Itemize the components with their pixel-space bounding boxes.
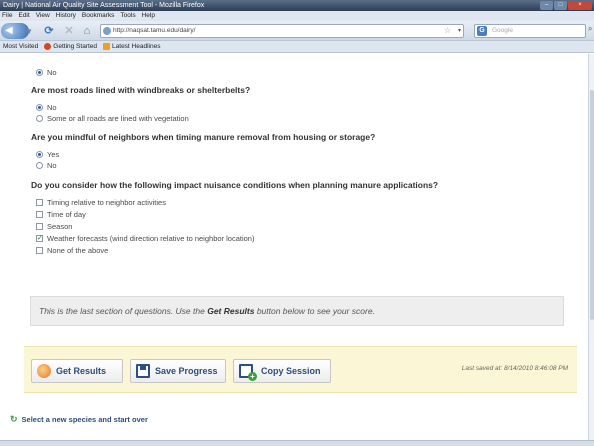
last-section-note: This is the last section of questions. U… (30, 296, 564, 326)
window-title: Dairy | National Air Quality Site Assess… (3, 2, 205, 9)
copy-disk-icon (239, 364, 257, 381)
checkbox[interactable] (36, 223, 43, 230)
page-content: No Are most roads lined with windbreaks … (0, 54, 588, 440)
bookmarks-toolbar: Most Visited Getting Started Latest Head… (0, 41, 594, 53)
checkbox[interactable] (36, 211, 43, 218)
get-results-button[interactable]: Get Results (31, 359, 123, 383)
checkbox-option[interactable]: Season (36, 222, 72, 231)
bookmark-star-icon[interactable]: ☆ (444, 25, 451, 37)
back-button[interactable]: ◀ (1, 23, 29, 39)
copy-session-button[interactable]: Copy Session (233, 359, 331, 383)
status-bar (0, 440, 594, 446)
menu-view[interactable]: View (36, 11, 50, 21)
question-title: Do you consider how the following impact… (31, 180, 439, 190)
checkbox-option[interactable]: ✓ Weather forecasts (wind direction rela… (36, 234, 254, 243)
reload-icon[interactable]: ⟳ (42, 24, 56, 38)
rss-feed-icon (103, 43, 111, 50)
radio-option[interactable]: Some or all roads are lined with vegetat… (36, 114, 189, 123)
menu-bookmarks[interactable]: Bookmarks (82, 11, 115, 21)
save-disk-icon (136, 364, 150, 378)
radio-button[interactable] (36, 151, 43, 158)
url-bar[interactable]: http://naqsat.tamu.edu/dairy/ ☆ ▾ (100, 24, 464, 38)
search-go-icon[interactable]: ⌕ (588, 24, 592, 34)
navigation-toolbar: ◀ ▾ ⟳ ✕ ⌂ http://naqsat.tamu.edu/dairy/ … (0, 21, 594, 41)
menu-history[interactable]: History (56, 11, 76, 21)
save-progress-button[interactable]: Save Progress (130, 359, 226, 383)
option-label: Yes (47, 150, 60, 159)
minimize-button[interactable]: – (540, 1, 553, 10)
window-controls: – □ × (540, 1, 592, 10)
url-text[interactable]: http://naqsat.tamu.edu/dairy/ (113, 27, 195, 34)
forward-dropdown-icon[interactable]: ▾ (27, 26, 39, 36)
option-label: Weather forecasts (wind direction relati… (47, 234, 255, 243)
scrollbar-thumb[interactable] (590, 90, 594, 320)
radio-button[interactable] (36, 115, 43, 122)
radio-button[interactable] (36, 104, 43, 111)
radio-button[interactable] (36, 69, 43, 76)
stop-icon[interactable]: ✕ (62, 24, 76, 38)
refresh-icon: ↻ (10, 414, 18, 424)
bookmark-latest-headlines[interactable]: Latest Headlines (103, 41, 160, 53)
menu-edit[interactable]: Edit (18, 11, 29, 21)
radio-button[interactable] (36, 162, 43, 169)
search-engine-icon[interactable]: G (477, 26, 487, 36)
option-label: Timing relative to neighbor activities (47, 198, 166, 207)
option-label: Time of day (47, 210, 86, 219)
bookmark-getting-started[interactable]: Getting Started (44, 41, 97, 53)
menu-help[interactable]: Help (142, 11, 155, 21)
checkbox-option[interactable]: Timing relative to neighbor activities (36, 198, 166, 207)
radio-option[interactable]: No (36, 161, 57, 170)
option-label: None of the above (47, 246, 109, 255)
action-bar: Get Results Save Progress Copy Session L… (24, 346, 577, 393)
checkbox-checked[interactable]: ✓ (36, 235, 43, 242)
search-input[interactable]: G Google (474, 24, 586, 38)
radio-option[interactable]: Yes (36, 150, 59, 159)
menu-tools[interactable]: Tools (120, 11, 135, 21)
back-arrow-icon: ◀ (5, 25, 13, 36)
vertical-scrollbar[interactable] (588, 54, 594, 440)
option-label: No (47, 68, 57, 77)
search-placeholder: Google (492, 27, 513, 34)
firefox-icon (44, 43, 52, 50)
get-results-emphasis: Get Results (207, 306, 255, 316)
checkbox[interactable] (36, 199, 43, 206)
results-icon (37, 364, 51, 378)
bookmark-most-visited[interactable]: Most Visited (3, 41, 38, 53)
question-title: Are you mindful of neighbors when timing… (31, 132, 376, 142)
radio-option[interactable]: No (36, 68, 57, 77)
start-over-link[interactable]: ↻ Select a new species and start over (10, 414, 148, 425)
close-button[interactable]: × (568, 1, 592, 10)
menu-bar: File Edit View History Bookmarks Tools H… (0, 11, 594, 21)
option-label: No (47, 103, 57, 112)
radio-option[interactable]: No (36, 103, 57, 112)
option-label: Some or all roads are lined with vegetat… (47, 114, 189, 123)
checkbox-option[interactable]: None of the above (36, 246, 108, 255)
home-icon[interactable]: ⌂ (80, 24, 94, 38)
site-identity-icon[interactable] (103, 27, 111, 35)
url-history-dropdown-icon[interactable]: ▾ (458, 25, 461, 37)
menu-file[interactable]: File (2, 11, 12, 21)
option-label: Season (47, 222, 73, 231)
option-label: No (47, 161, 57, 170)
checkbox[interactable] (36, 247, 43, 254)
maximize-button[interactable]: □ (554, 1, 567, 10)
last-saved-timestamp: Last saved at: 8/14/2010 8:46:08 PM (461, 365, 568, 372)
question-title: Are most roads lined with windbreaks or … (31, 85, 251, 95)
checkbox-option[interactable]: Time of day (36, 210, 86, 219)
window-titlebar: Dairy | National Air Quality Site Assess… (0, 0, 594, 11)
